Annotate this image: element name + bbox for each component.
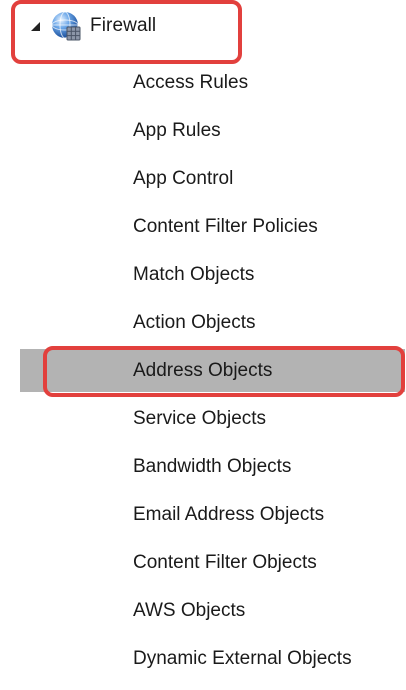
tree-item-dynamic-external-objects[interactable]: Dynamic External Objects	[133, 644, 352, 674]
tree-item-content-filter-objects[interactable]: Content Filter Objects	[133, 548, 317, 578]
tree-item-aws-objects[interactable]: AWS Objects	[133, 596, 245, 626]
tree-item-action-objects[interactable]: Action Objects	[133, 308, 256, 338]
tree-item-service-objects[interactable]: Service Objects	[133, 404, 266, 434]
triangle-expanded-icon[interactable]	[30, 19, 42, 31]
tree-item-app-control[interactable]: App Control	[133, 164, 233, 194]
tree-node-label: Firewall	[90, 15, 157, 36]
tree-item-bandwidth-objects[interactable]: Bandwidth Objects	[133, 452, 291, 482]
tree-item-app-rules[interactable]: App Rules	[133, 116, 221, 146]
navigation-tree: Firewall Access Rules App Rules App Cont…	[0, 0, 406, 690]
tree-item-access-rules[interactable]: Access Rules	[133, 68, 248, 98]
globe-icon	[50, 10, 82, 42]
tree-item-content-filter-policies[interactable]: Content Filter Policies	[133, 212, 318, 242]
tree-item-address-objects[interactable]: Address Objects	[133, 356, 272, 386]
tree-item-email-address-objects[interactable]: Email Address Objects	[133, 500, 324, 530]
tree-node-firewall[interactable]: Firewall	[30, 8, 156, 44]
tree-item-match-objects[interactable]: Match Objects	[133, 260, 254, 290]
